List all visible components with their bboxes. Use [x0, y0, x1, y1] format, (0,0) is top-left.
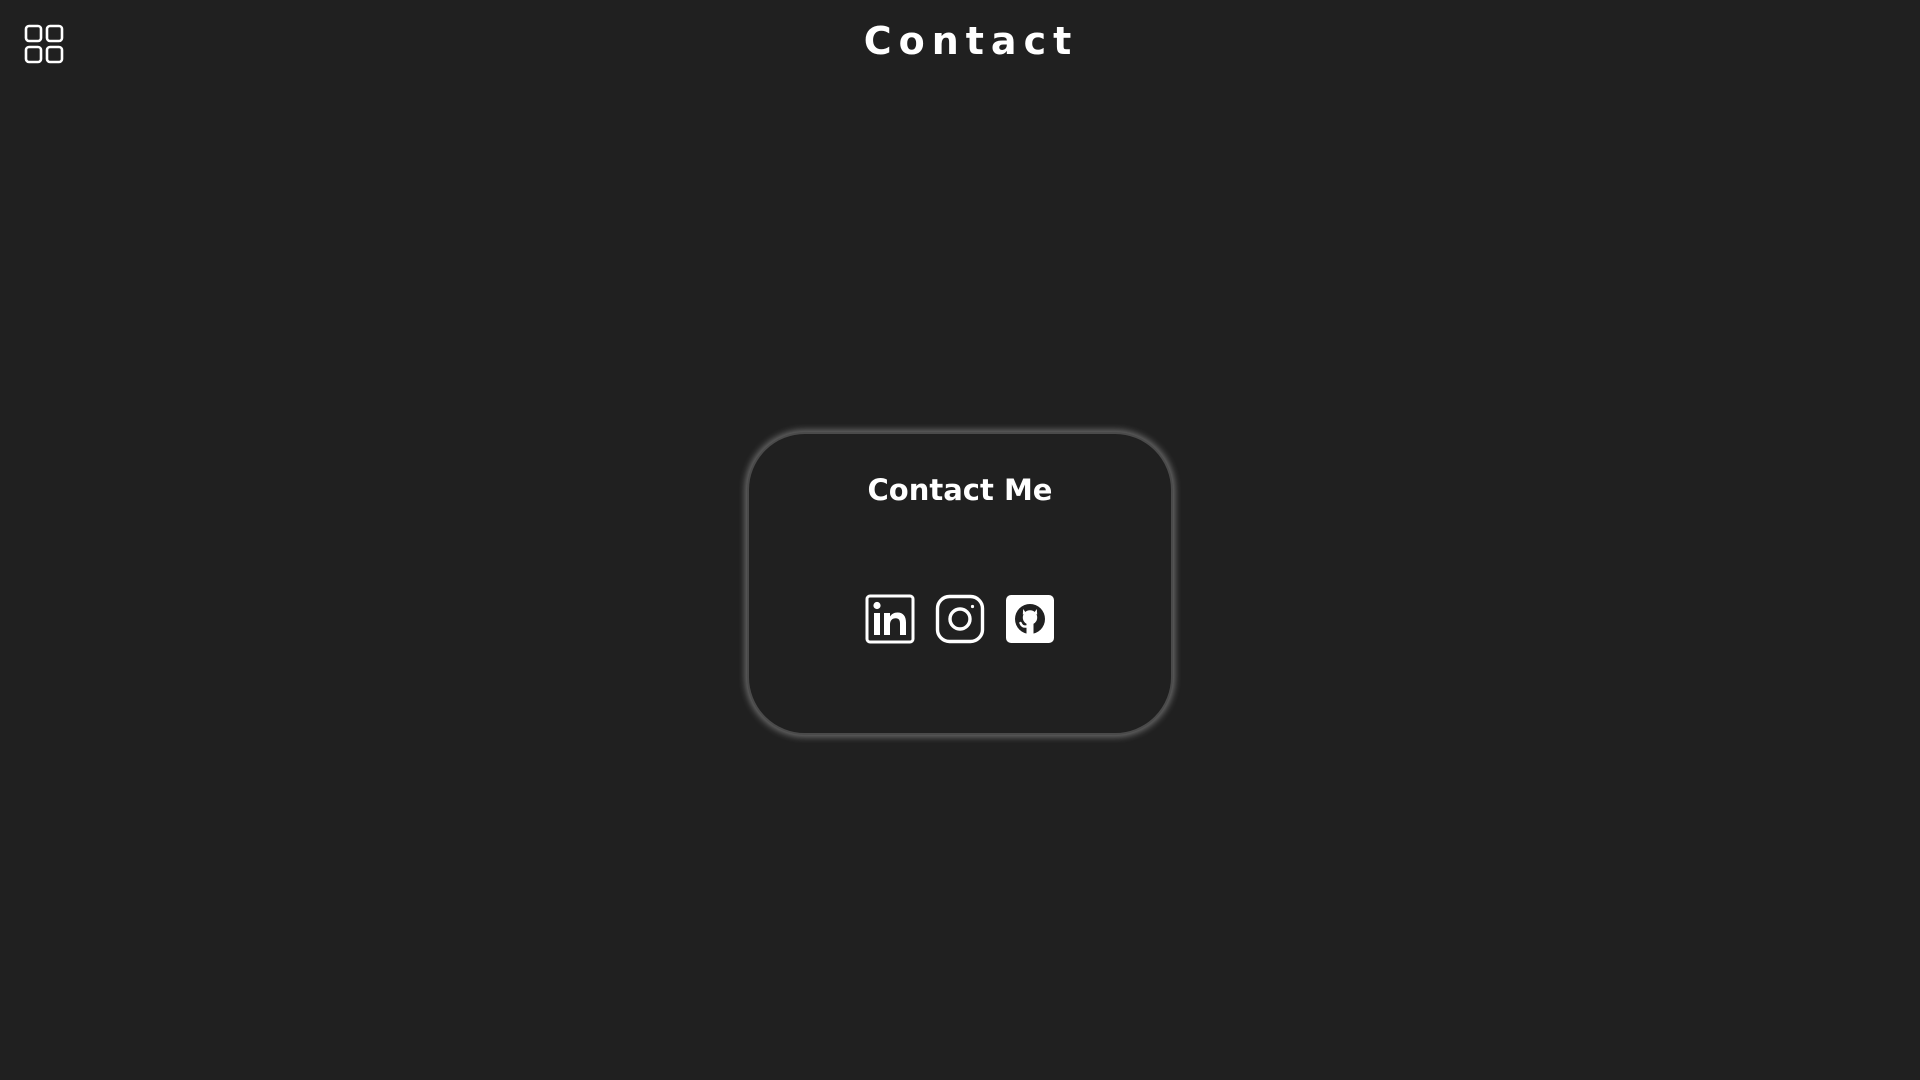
- linkedin-icon: [865, 594, 915, 644]
- instagram-link[interactable]: [935, 594, 985, 644]
- card-title: Contact Me: [867, 473, 1053, 507]
- contact-card: Contact Me: [747, 432, 1173, 735]
- instagram-icon: [935, 594, 985, 644]
- contact-page: Contact Contact Me: [0, 0, 1920, 1080]
- github-icon: [1005, 594, 1055, 644]
- github-link[interactable]: [1005, 594, 1055, 644]
- linkedin-link[interactable]: [865, 594, 915, 644]
- page-title: Contact: [863, 19, 1079, 63]
- social-links: [749, 594, 1171, 646]
